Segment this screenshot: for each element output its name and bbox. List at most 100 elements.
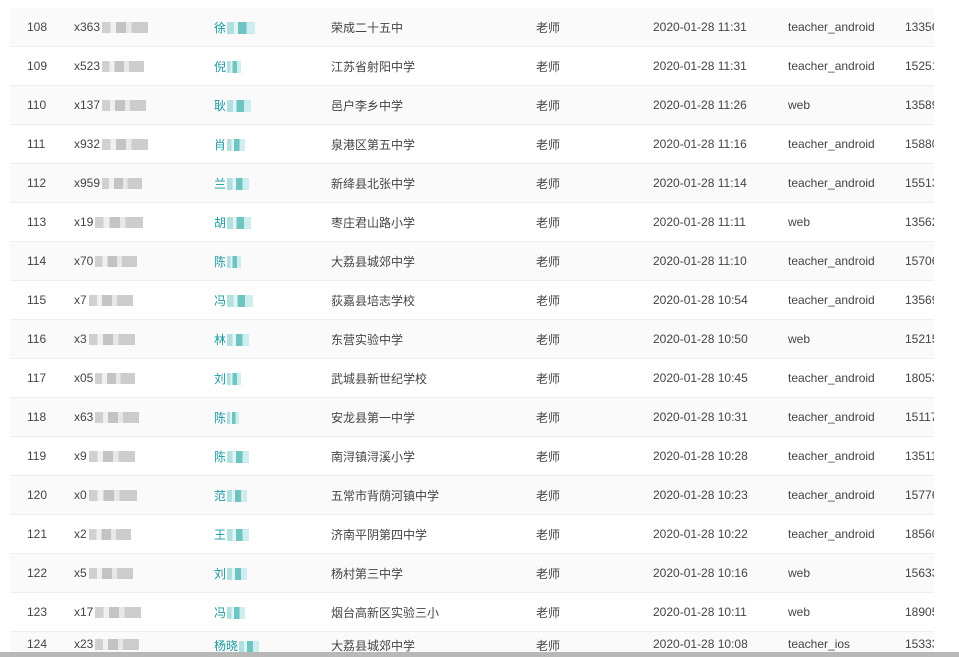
cell-platform: web bbox=[788, 319, 905, 359]
cell-school-text: 济南平阴第四中学 bbox=[331, 527, 428, 542]
cell-role-text: 老师 bbox=[536, 371, 561, 386]
cell-time-text: 2020-01-28 10:45 bbox=[653, 371, 748, 385]
redacted-mosaic bbox=[227, 490, 248, 503]
cell-school-text: 荣成二十五中 bbox=[331, 20, 404, 35]
redacted-mosaic bbox=[102, 178, 143, 190]
cell-platform-text: web bbox=[788, 332, 811, 346]
teacher-name-link[interactable]: 冯 bbox=[214, 294, 226, 308]
cell-role-text: 老师 bbox=[536, 332, 561, 347]
cell-index-text: 110 bbox=[27, 98, 47, 112]
teacher-name-link[interactable]: 倪 bbox=[214, 60, 226, 74]
cell-name: 范 bbox=[214, 475, 331, 515]
cell-index-text: 121 bbox=[27, 527, 48, 541]
teacher-name-link[interactable]: 陈 bbox=[214, 450, 226, 464]
cell-account: x932 bbox=[74, 124, 214, 164]
cell-time-text: 2020-01-28 11:10 bbox=[653, 254, 747, 268]
teacher-name-link[interactable]: 肖 bbox=[214, 138, 226, 152]
teacher-name-link[interactable]: 王 bbox=[214, 528, 226, 542]
cell-index: 117 bbox=[10, 358, 74, 398]
cell-account: x17 bbox=[74, 592, 214, 632]
cell-platform: teacher_android bbox=[788, 358, 905, 398]
cell-phone-text: 13562 bbox=[905, 215, 934, 229]
cell-school: 南浔镇浔溪小学 bbox=[331, 436, 536, 476]
teacher-name-link[interactable]: 林 bbox=[214, 333, 226, 347]
cell-school: 大荔县城郊中学 bbox=[331, 241, 536, 281]
cell-platform: teacher_android bbox=[788, 475, 905, 515]
cell-role: 老师 bbox=[536, 592, 653, 632]
cell-index-text: 114 bbox=[27, 254, 47, 268]
cell-phone-text: 15251 bbox=[905, 59, 934, 73]
cell-index-text: 112 bbox=[27, 176, 47, 190]
cell-phone-text: 13569 bbox=[905, 293, 934, 307]
cell-platform: web bbox=[788, 553, 905, 593]
redacted-mosaic bbox=[95, 639, 140, 651]
table-row: 121 x2 王 济南平阴第四中学 老师 2020-01-28 10:22 teacher_… bbox=[10, 514, 934, 554]
cell-role: 老师 bbox=[536, 280, 653, 320]
cell-time-text: 2020-01-28 10:11 bbox=[653, 605, 747, 619]
cell-phone-text: 13356 bbox=[905, 20, 934, 34]
teacher-name-link[interactable]: 杨晓 bbox=[214, 639, 238, 653]
cell-account: x5 bbox=[74, 553, 214, 593]
cell-time-text: 2020-01-28 10:31 bbox=[653, 410, 748, 424]
cell-role: 老师 bbox=[536, 124, 653, 164]
teacher-name-link[interactable]: 陈 bbox=[214, 411, 226, 425]
cell-time: 2020-01-28 10:11 bbox=[653, 592, 788, 632]
cell-platform-text: web bbox=[788, 605, 811, 619]
cell-name: 兰 bbox=[214, 163, 331, 203]
cell-role-text: 老师 bbox=[536, 98, 561, 113]
redacted-mosaic bbox=[102, 139, 149, 151]
teacher-name-link[interactable]: 刘 bbox=[214, 372, 226, 386]
cell-index: 109 bbox=[10, 46, 74, 86]
cell-phone: 15215 bbox=[905, 319, 934, 359]
horizontal-scrollbar[interactable] bbox=[0, 652, 959, 657]
cell-platform: web bbox=[788, 202, 905, 242]
cell-role: 老师 bbox=[536, 436, 653, 476]
teacher-name-link[interactable]: 徐 bbox=[214, 21, 226, 35]
teacher-name-link[interactable]: 胡 bbox=[214, 216, 226, 230]
teacher-name-link[interactable]: 陈 bbox=[214, 255, 226, 269]
redacted-mosaic bbox=[227, 22, 256, 35]
cell-index-text: 111 bbox=[27, 137, 46, 151]
cell-account: x63 bbox=[74, 397, 214, 437]
cell-school-text: 大荔县城郊中学 bbox=[331, 639, 416, 653]
redacted-mosaic bbox=[227, 139, 246, 152]
redacted-mosaic bbox=[227, 412, 240, 425]
cell-school-text: 新绛县北张中学 bbox=[331, 176, 416, 191]
teacher-name-link[interactable]: 刘 bbox=[214, 567, 226, 581]
cell-index: 111 bbox=[10, 124, 74, 164]
cell-school-text: 东营实验中学 bbox=[331, 332, 404, 347]
cell-role: 老师 bbox=[536, 514, 653, 554]
cell-school-text: 江苏省射阳中学 bbox=[331, 59, 416, 74]
cell-account: x137 bbox=[74, 85, 214, 125]
cell-name: 胡 bbox=[214, 202, 331, 242]
cell-account-text: x70 bbox=[74, 254, 94, 268]
cell-school: 泉港区第五中学 bbox=[331, 124, 536, 164]
teacher-name-link[interactable]: 耿 bbox=[214, 99, 226, 113]
redacted-mosaic bbox=[227, 529, 250, 542]
cell-index: 108 bbox=[10, 8, 74, 47]
cell-account-text: x19 bbox=[74, 215, 94, 229]
teacher-name-link[interactable]: 兰 bbox=[214, 177, 226, 191]
cell-index-text: 109 bbox=[27, 59, 48, 73]
redacted-mosaic bbox=[88, 490, 137, 502]
cell-time: 2020-01-28 11:14 bbox=[653, 163, 788, 203]
cell-time-text: 2020-01-28 11:31 bbox=[653, 59, 747, 73]
cell-time: 2020-01-28 11:26 bbox=[653, 85, 788, 125]
cell-time: 2020-01-28 10:31 bbox=[653, 397, 788, 437]
cell-time-text: 2020-01-28 10:54 bbox=[653, 293, 748, 307]
cell-index-text: 108 bbox=[27, 20, 48, 34]
cell-role: 老师 bbox=[536, 319, 653, 359]
cell-index: 121 bbox=[10, 514, 74, 554]
cell-school: 武城县新世纪学校 bbox=[331, 358, 536, 398]
table-row: 120 x0 范 五常市背荫河镇中学 老师 2020-01-28 10:23 teacher… bbox=[10, 475, 934, 515]
redacted-mosaic bbox=[88, 451, 135, 463]
cell-phone: 13562 bbox=[905, 202, 934, 242]
teacher-name-link[interactable]: 冯 bbox=[214, 606, 226, 620]
cell-role-text: 老师 bbox=[536, 566, 561, 581]
redacted-mosaic bbox=[88, 529, 131, 541]
cell-account: x0 bbox=[74, 475, 214, 515]
teacher-name-link[interactable]: 范 bbox=[214, 489, 226, 503]
redacted-mosaic bbox=[227, 256, 242, 269]
cell-platform: teacher_android bbox=[788, 46, 905, 86]
cell-account: x363 bbox=[74, 8, 214, 47]
